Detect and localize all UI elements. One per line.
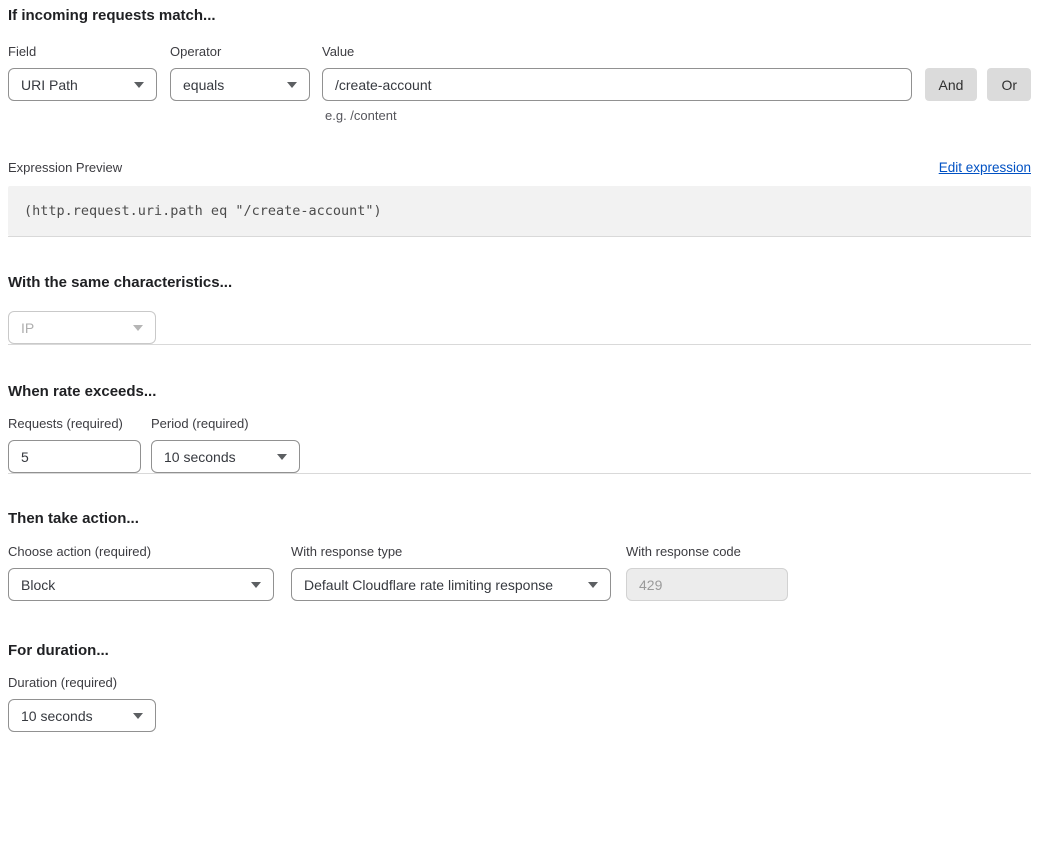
chevron-down-icon <box>287 82 297 88</box>
response-code-column <box>626 568 788 601</box>
period-label: Period (required) <box>151 416 300 432</box>
section-incoming-requests: If incoming requests match... Field URI … <box>8 8 1031 236</box>
section-title-incoming-requests: If incoming requests match... <box>8 8 1031 24</box>
choose-action-select-value: Block <box>21 577 55 593</box>
section-characteristics: With the same characteristics... IP <box>8 275 1031 344</box>
or-button[interactable]: Or <box>987 68 1031 101</box>
section-rate-exceeds: When rate exceeds... Requests (required)… <box>8 384 1031 473</box>
value-column: Value e.g. /content <box>322 44 912 123</box>
operator-select[interactable]: equals <box>170 68 310 101</box>
action-controls-row: Block Default Cloudflare rate limiting r… <box>8 568 1031 601</box>
section-take-action: Then take action... Choose action (requi… <box>8 511 1031 601</box>
response-code-input <box>626 568 788 601</box>
section-divider <box>8 473 1031 474</box>
requests-column <box>8 440 141 473</box>
requests-input[interactable] <box>8 440 141 473</box>
operator-column: Operator equals <box>170 44 310 101</box>
operator-label: Operator <box>170 44 310 60</box>
expression-preview-row: Expression Preview Edit expression <box>8 160 1031 175</box>
rate-labels-row: Requests (required) Period (required) <box>8 416 1031 432</box>
response-type-select-value: Default Cloudflare rate limiting respons… <box>304 577 553 593</box>
field-select-value: URI Path <box>21 77 78 93</box>
chevron-down-icon <box>133 713 143 719</box>
response-type-select[interactable]: Default Cloudflare rate limiting respons… <box>291 568 611 601</box>
section-title-rate-exceeds: When rate exceeds... <box>8 384 1031 400</box>
section-title-characteristics: With the same characteristics... <box>8 275 1031 291</box>
duration-select[interactable]: 10 seconds <box>8 699 156 732</box>
section-for-duration: For duration... Duration (required) 10 s… <box>8 643 1031 732</box>
operator-select-value: equals <box>183 77 224 93</box>
field-column: Field URI Path <box>8 44 157 101</box>
field-select[interactable]: URI Path <box>8 68 157 101</box>
section-divider <box>8 236 1031 237</box>
expression-preview-label: Expression Preview <box>8 160 122 175</box>
rate-controls-row: 10 seconds <box>8 440 1031 473</box>
section-title-take-action: Then take action... <box>8 511 1031 527</box>
chevron-down-icon <box>251 582 261 588</box>
duration-select-value: 10 seconds <box>21 708 93 724</box>
logic-buttons: And Or <box>925 44 1031 101</box>
expression-preview-code: (http.request.uri.path eq "/create-accou… <box>8 186 1031 236</box>
response-type-label: With response type <box>291 544 611 560</box>
and-button[interactable]: And <box>925 68 978 101</box>
value-input[interactable] <box>322 68 912 101</box>
value-label: Value <box>322 44 912 60</box>
characteristic-select-value: IP <box>21 320 34 336</box>
field-label: Field <box>8 44 157 60</box>
duration-label: Duration (required) <box>8 675 1031 691</box>
requests-label: Requests (required) <box>8 416 141 432</box>
characteristic-select[interactable]: IP <box>8 311 156 344</box>
chevron-down-icon <box>134 82 144 88</box>
action-labels-row: Choose action (required) With response t… <box>8 544 1031 560</box>
period-select[interactable]: 10 seconds <box>151 440 300 473</box>
period-select-value: 10 seconds <box>164 449 236 465</box>
rate-limiting-rule-form: If incoming requests match... Field URI … <box>0 0 1048 740</box>
chevron-down-icon <box>588 582 598 588</box>
expression-builder-row: Field URI Path Operator equals Value e.g… <box>8 44 1031 123</box>
choose-action-label: Choose action (required) <box>8 544 274 560</box>
value-helper-text: e.g. /content <box>325 108 912 123</box>
chevron-down-icon <box>133 325 143 331</box>
choose-action-select[interactable]: Block <box>8 568 274 601</box>
section-divider <box>8 344 1031 345</box>
response-code-label: With response code <box>626 544 788 560</box>
section-title-for-duration: For duration... <box>8 643 1031 659</box>
edit-expression-link[interactable]: Edit expression <box>939 160 1031 175</box>
chevron-down-icon <box>277 454 287 460</box>
